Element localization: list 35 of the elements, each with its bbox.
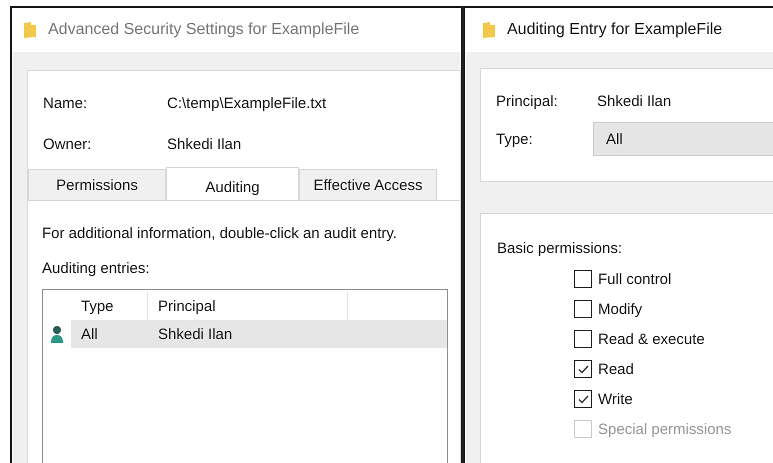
permission-checkbox[interactable]: Read (574, 359, 773, 379)
permission-checkbox[interactable]: Read & execute (574, 329, 773, 349)
user-icon (50, 325, 64, 344)
permission-checkbox[interactable]: Full control (574, 269, 773, 289)
field-value: Shkedi Ilan (596, 92, 672, 110)
field-value: Shkedi Ilan (167, 136, 242, 153)
table-cell-text: All (80, 326, 99, 343)
field-label: Name: (43, 94, 88, 112)
type-dropdown[interactable]: All (593, 122, 773, 156)
table-cell-text: Shkedi Ilan (157, 326, 234, 343)
permission-checkbox[interactable]: Write (574, 389, 773, 409)
field-label: Owner: (43, 136, 92, 153)
field-label: Principal: (496, 92, 559, 110)
checkbox[interactable] (574, 300, 592, 318)
folder-icon (24, 22, 36, 38)
permission-checkbox[interactable]: Modify (574, 299, 773, 319)
checkbox[interactable] (574, 270, 592, 288)
field-value: C:\temp\ExampleFile.txt (167, 94, 326, 112)
section-label: Auditing entries: (42, 260, 151, 278)
tab[interactable]: Effective Access (299, 169, 437, 202)
field-label: Type: (496, 130, 534, 148)
info-text: For additional information, double-click an audit entry. (42, 225, 398, 242)
checkbox[interactable] (574, 330, 592, 348)
checkmark-icon (578, 364, 588, 374)
checkbox[interactable] (574, 360, 592, 378)
entry-row[interactable]: All Shkedi Ilan (71, 320, 447, 348)
folder-icon (483, 22, 495, 38)
tab[interactable]: Auditing (166, 167, 299, 202)
checkbox[interactable] (574, 390, 592, 408)
checkmark-icon (578, 394, 588, 404)
tab[interactable]: Permissions (28, 169, 166, 202)
window-title: Advanced Security Settings for ExampleFile (48, 21, 360, 39)
window-title: Auditing Entry for ExampleFile (507, 21, 722, 39)
section-label: Basic permissions: (496, 239, 624, 257)
auditing-entries-list[interactable]: Type Principal All Shkedi Ilan (42, 289, 448, 463)
